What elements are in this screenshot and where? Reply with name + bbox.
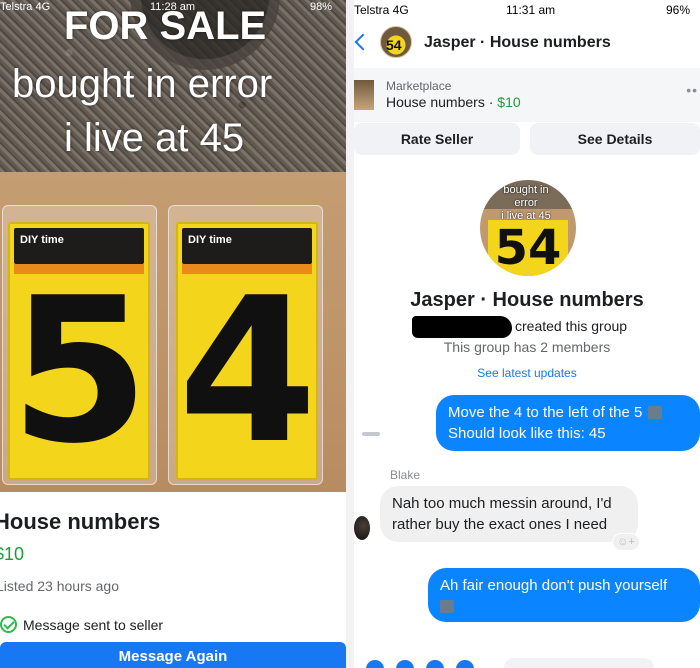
listing-title: House numbers bbox=[0, 509, 161, 534]
message-line: Move the 4 to the left of the 5 bbox=[448, 404, 643, 421]
chat-title[interactable]: Jasper · House numbers bbox=[424, 34, 611, 52]
member-count: This group has 2 members bbox=[443, 339, 611, 355]
carrier-label: Telstra 4G bbox=[0, 1, 51, 13]
battery-label: 98% bbox=[310, 1, 333, 13]
pack-digit: 4 bbox=[178, 255, 318, 488]
message-line: Nah too much messin around, I'd bbox=[392, 495, 612, 512]
more-options-icon[interactable]: •• bbox=[686, 82, 698, 98]
marketplace-separator: · bbox=[488, 94, 494, 110]
message-bubble-incoming[interactable]: Nah too much messin around, I'd rather b… bbox=[380, 486, 638, 542]
see-latest-updates-link[interactable]: See latest updates bbox=[354, 366, 700, 380]
seen-indicator-icon bbox=[362, 432, 380, 436]
check-circle-icon bbox=[0, 616, 17, 633]
back-chevron-icon[interactable] bbox=[354, 30, 370, 54]
photo-text-address: i live at 45 bbox=[64, 116, 245, 160]
avatar-digits: 54 bbox=[488, 220, 568, 276]
avatar-digits: 54 bbox=[386, 37, 402, 53]
group-name: Jasper · House numbers bbox=[410, 289, 644, 311]
marketplace-banner[interactable]: Marketplace House numbers · $10 •• bbox=[354, 68, 700, 122]
thumbs-up-icon bbox=[648, 406, 663, 419]
message-line: Should look like this: 45 bbox=[448, 425, 606, 442]
message-composer bbox=[354, 656, 700, 668]
listed-time: Listed 23 hours ago bbox=[0, 578, 119, 594]
message-bubble-outgoing[interactable]: Move the 4 to the left of the 5 Should l… bbox=[436, 395, 700, 451]
marketplace-label: Marketplace bbox=[386, 79, 452, 93]
listing-price: $10 bbox=[0, 544, 25, 564]
panel-divider bbox=[346, 0, 354, 668]
see-details-button[interactable]: See Details bbox=[530, 123, 700, 155]
battery-label: 96% bbox=[666, 3, 691, 17]
message-again-button[interactable]: Message Again bbox=[0, 642, 346, 668]
message-bubble-outgoing[interactable]: Ah fair enough don't push yourself bbox=[428, 568, 700, 622]
add-reaction-icon[interactable]: ☺+ bbox=[612, 533, 640, 551]
seller-actions: Rate Seller See Details bbox=[354, 123, 700, 155]
number-card-four: DIY time 4 bbox=[176, 222, 318, 480]
group-avatar-small[interactable]: 54 bbox=[380, 26, 412, 58]
listing-thumbnail bbox=[354, 80, 374, 110]
rate-seller-button[interactable]: Rate Seller bbox=[354, 123, 520, 155]
message-line: rather buy the exact ones I need bbox=[392, 516, 608, 533]
camera-icon[interactable] bbox=[396, 660, 414, 668]
avatar-caption-line1: bought in error bbox=[503, 184, 549, 209]
mic-icon[interactable] bbox=[456, 660, 474, 668]
carrier-label: Telstra 4G bbox=[354, 3, 409, 17]
marketplace-item-price: $10 bbox=[497, 94, 521, 110]
gallery-icon[interactable] bbox=[426, 660, 444, 668]
marketplace-listing-panel: DIY time 5 DIY time 4 Telstra 4G 11:28 a… bbox=[0, 0, 346, 668]
status-bar: Telstra 4G 11:31 am 96% bbox=[354, 0, 700, 20]
redacted-name bbox=[412, 316, 512, 338]
number-card-five: DIY time 5 bbox=[8, 222, 150, 480]
listing-photo[interactable]: DIY time 5 DIY time 4 Telstra 4G 11:28 a… bbox=[0, 0, 346, 492]
listing-details: House numbers $10 Listed 23 hours ago Me… bbox=[0, 492, 346, 668]
message-sent-label: Message sent to seller bbox=[23, 616, 164, 633]
photo-text-bought: bought in error bbox=[12, 62, 273, 106]
message-line: Ah fair enough don't push yourself bbox=[440, 577, 668, 594]
marketplace-item: House numbers · $10 bbox=[386, 94, 521, 110]
thumbs-up-icon bbox=[440, 600, 454, 613]
pack-digit: 5 bbox=[10, 255, 150, 488]
avatar-caption: bought in error i live at 45 bbox=[496, 184, 556, 223]
marketplace-item-name: House numbers bbox=[386, 94, 485, 110]
message-sent-status: Message sent to seller bbox=[0, 616, 163, 633]
group-avatar-large[interactable]: bought in error i live at 45 54 bbox=[480, 180, 576, 276]
message-input[interactable] bbox=[504, 658, 654, 668]
chat-header: 54 Jasper · House numbers bbox=[354, 20, 700, 68]
sender-name: Blake bbox=[390, 468, 421, 482]
apps-icon[interactable] bbox=[366, 660, 384, 668]
created-label: created this group bbox=[515, 318, 628, 334]
photo-text-for-sale: FOR SALE bbox=[64, 4, 267, 48]
group-creator-line: created this group bbox=[412, 316, 652, 338]
sender-avatar[interactable] bbox=[354, 516, 370, 540]
clock: 11:31 am bbox=[506, 3, 556, 17]
messenger-chat-panel: Telstra 4G 11:31 am 96% 54 Jasper · Hous… bbox=[354, 0, 700, 668]
